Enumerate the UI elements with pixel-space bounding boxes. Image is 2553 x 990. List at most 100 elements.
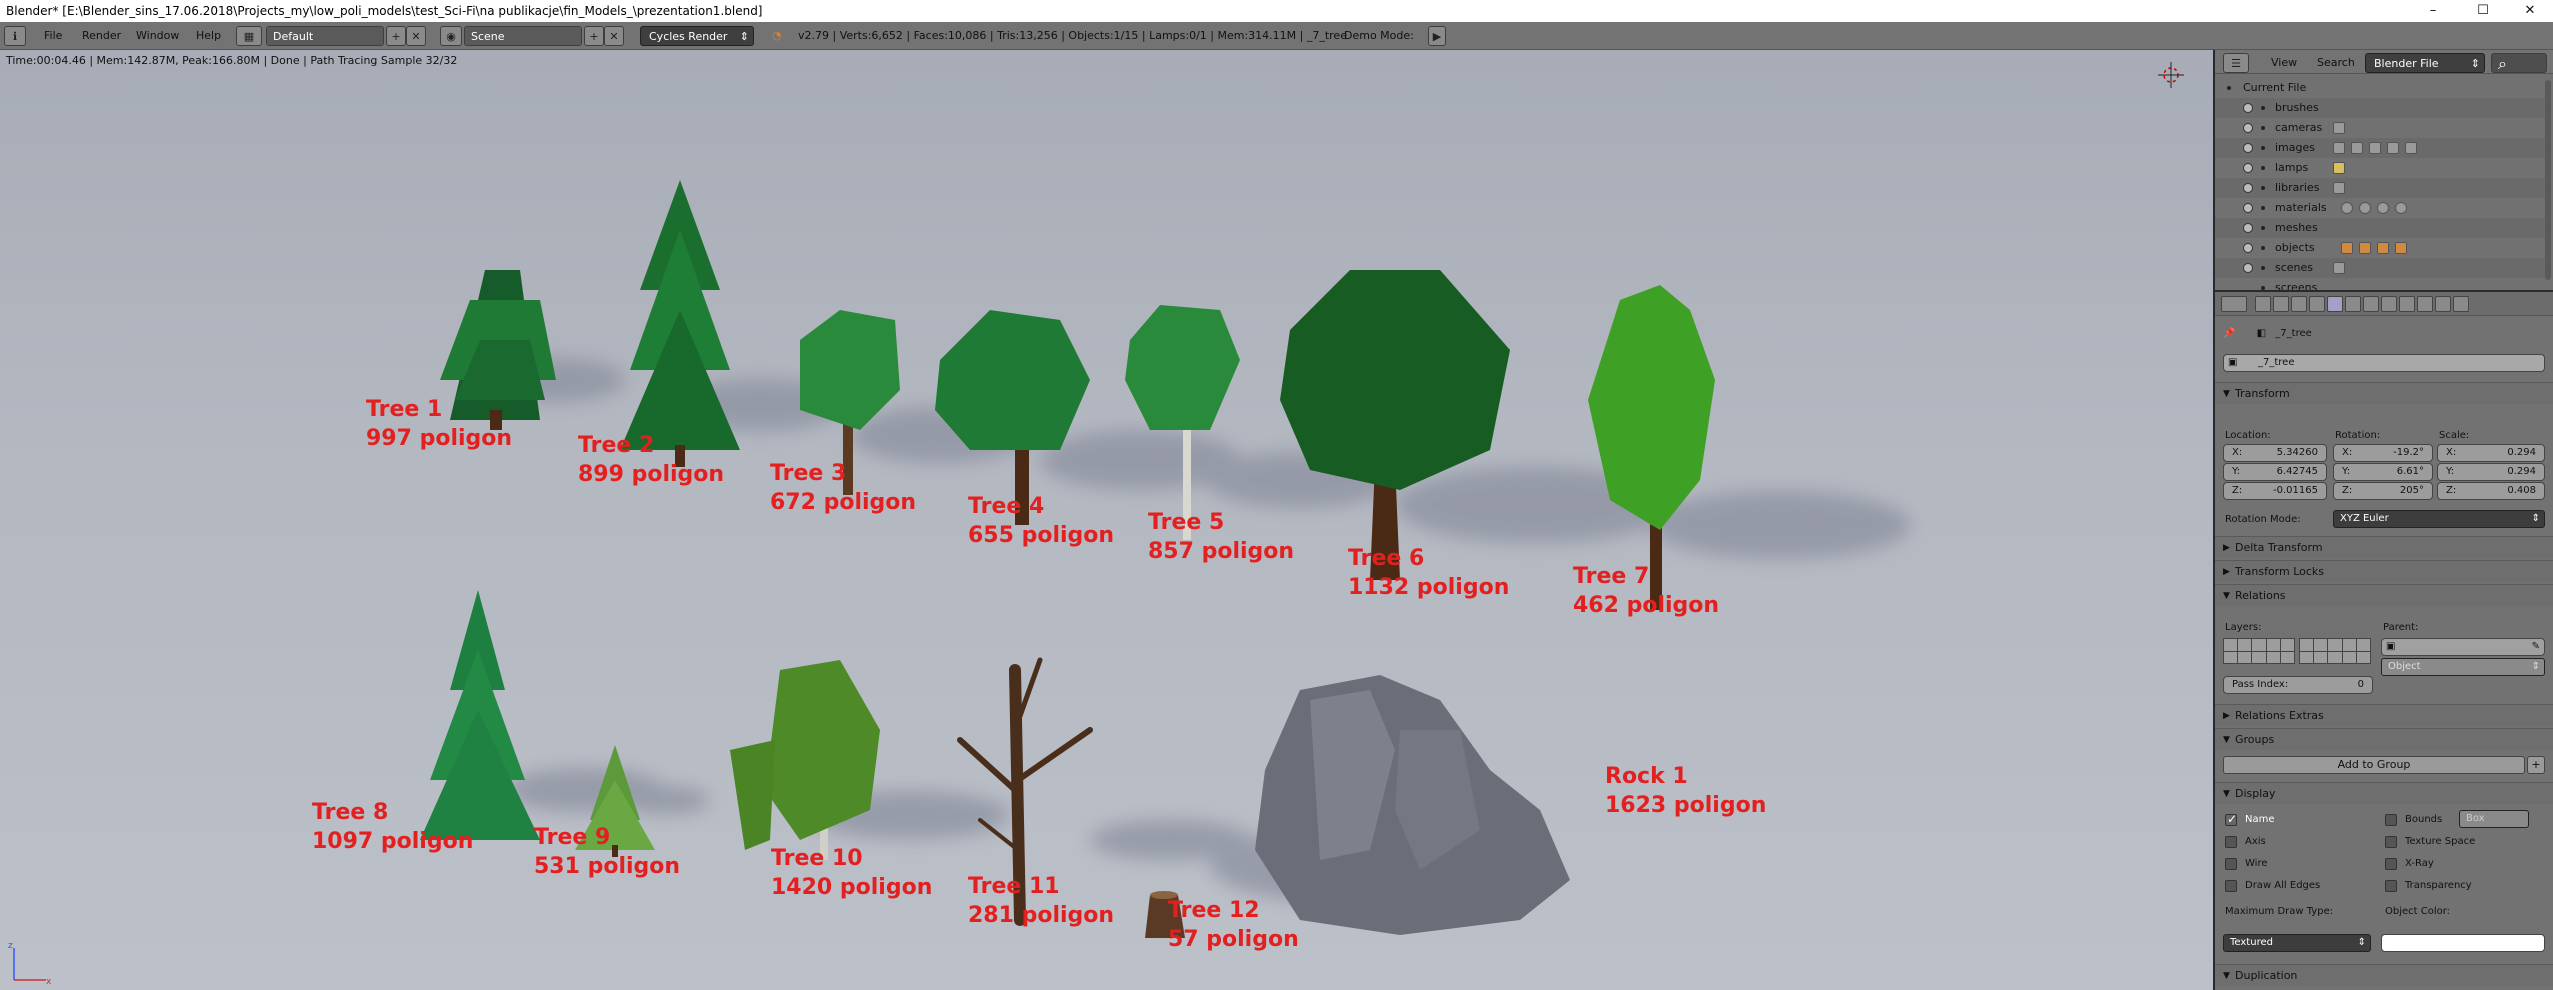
- layout-add-button[interactable]: +: [386, 26, 406, 46]
- section-transform[interactable]: ▼ Transform: [2215, 382, 2553, 404]
- layout-field[interactable]: Default: [266, 26, 384, 46]
- menu-window[interactable]: Window: [130, 26, 185, 46]
- outliner-item-objects[interactable]: objects: [2215, 238, 2545, 258]
- close-button[interactable]: ✕: [2507, 0, 2553, 22]
- add-group-plus-button[interactable]: +: [2527, 756, 2545, 774]
- modifiers-tab-icon[interactable]: [2363, 296, 2379, 312]
- pin-icon[interactable]: 📌: [2223, 328, 2235, 339]
- expand-icon[interactable]: [2243, 163, 2253, 173]
- menu-render[interactable]: Render: [76, 26, 127, 46]
- material-tab-icon[interactable]: [2399, 296, 2415, 312]
- location-x-field[interactable]: X: 5.34260: [2223, 444, 2327, 462]
- rock-1[interactable]: [1255, 675, 1570, 935]
- object-tab-icon[interactable]: [2327, 296, 2343, 312]
- minimize-button[interactable]: –: [2410, 0, 2456, 22]
- bounds-type-dropdown[interactable]: Box: [2459, 810, 2529, 828]
- expand-icon[interactable]: [2243, 263, 2253, 273]
- outliner-menu-view[interactable]: View: [2265, 53, 2303, 73]
- object-color-swatch[interactable]: [2381, 934, 2545, 952]
- section-transform-locks[interactable]: ▶ Transform Locks: [2215, 560, 2553, 582]
- outliner-editor-icon[interactable]: ☰: [2223, 53, 2249, 73]
- maximize-button[interactable]: ☐: [2460, 0, 2506, 22]
- section-display[interactable]: ▼ Display: [2215, 782, 2553, 804]
- render-tab-icon[interactable]: [2255, 296, 2271, 312]
- render-layers-tab-icon[interactable]: [2273, 296, 2289, 312]
- add-to-group-button[interactable]: Add to Group: [2223, 756, 2525, 774]
- properties-panel[interactable]: 📌 ◧ _7_tree ▣ _7_tree ▼ Transform Locatio…: [2213, 290, 2553, 990]
- outliner-item-cameras[interactable]: cameras: [2215, 118, 2545, 138]
- eyedropper-icon[interactable]: ✎: [2532, 639, 2540, 655]
- 3d-viewport[interactable]: Time:00:04.46 | Mem:142.87M, Peak:166.80…: [0, 50, 2213, 990]
- rotation-mode-dropdown[interactable]: XYZ Euler ⇕: [2333, 510, 2545, 528]
- rotation-x-field[interactable]: X: -19.2°: [2333, 444, 2433, 462]
- location-y-field[interactable]: Y: 6.42745: [2223, 463, 2327, 481]
- axis-checkbox[interactable]: [2225, 836, 2237, 848]
- scale-y-field[interactable]: Y: 0.294: [2437, 463, 2545, 481]
- scale-x-field[interactable]: X: 0.294: [2437, 444, 2545, 462]
- outliner-item-lamps[interactable]: lamps: [2215, 158, 2545, 178]
- section-relations-extras[interactable]: ▶ Relations Extras: [2215, 704, 2553, 726]
- editor-type-icon[interactable]: ℹ: [4, 26, 26, 46]
- properties-editor-icon[interactable]: [2221, 296, 2247, 312]
- rotation-y-field[interactable]: Y: 6.61°: [2333, 463, 2433, 481]
- wire-checkbox[interactable]: [2225, 858, 2237, 870]
- outliner-panel[interactable]: ☰ View Search Blender File ⇕ ⌕ Current F…: [2213, 50, 2553, 290]
- menu-help[interactable]: Help: [190, 26, 227, 46]
- world-tab-icon[interactable]: [2309, 296, 2325, 312]
- scene-remove-button[interactable]: ✕: [604, 26, 624, 46]
- scene-tab-icon[interactable]: [2291, 296, 2307, 312]
- object-name-field[interactable]: ▣ _7_tree: [2223, 354, 2545, 372]
- outliner-item-meshes[interactable]: meshes: [2215, 218, 2545, 238]
- 3d-cursor-icon[interactable]: [2158, 62, 2184, 88]
- texture-space-checkbox[interactable]: [2385, 836, 2397, 848]
- bounds-checkbox[interactable]: [2385, 814, 2397, 826]
- rotation-z-field[interactable]: Z: 205°: [2333, 482, 2433, 500]
- section-delta-transform[interactable]: ▶ Delta Transform: [2215, 536, 2553, 558]
- scene-add-button[interactable]: +: [584, 26, 604, 46]
- parent-field[interactable]: ▣ ✎: [2381, 638, 2545, 656]
- tree-2[interactable]: [620, 180, 740, 467]
- pass-index-field[interactable]: Pass Index: 0: [2223, 676, 2373, 694]
- data-tab-icon[interactable]: [2381, 296, 2397, 312]
- layout-remove-button[interactable]: ✕: [406, 26, 426, 46]
- expand-icon[interactable]: [2243, 223, 2253, 233]
- expand-icon[interactable]: [2243, 243, 2253, 253]
- physics-tab-icon[interactable]: [2453, 296, 2469, 312]
- constraints-tab-icon[interactable]: [2345, 296, 2361, 312]
- section-relations[interactable]: ▼ Relations: [2215, 584, 2553, 606]
- expand-icon[interactable]: [2243, 203, 2253, 213]
- scene-field[interactable]: Scene: [464, 26, 582, 46]
- outliner-item-images[interactable]: images: [2215, 138, 2545, 158]
- location-z-field[interactable]: Z: -0.01165: [2223, 482, 2327, 500]
- expand-icon[interactable]: [2243, 143, 2253, 153]
- name-checkbox[interactable]: [2225, 812, 2237, 826]
- outliner-scrollbar[interactable]: [2545, 80, 2551, 280]
- section-groups[interactable]: ▼ Groups: [2215, 728, 2553, 750]
- particles-tab-icon[interactable]: [2435, 296, 2451, 312]
- max-draw-type-dropdown[interactable]: Textured ⇕: [2223, 934, 2371, 952]
- layers-grid-b[interactable]: [2299, 638, 2371, 664]
- outliner-search-field[interactable]: ⌕: [2491, 53, 2547, 73]
- expand-icon[interactable]: [2243, 183, 2253, 193]
- expand-icon[interactable]: [2227, 86, 2231, 90]
- transparency-checkbox[interactable]: [2385, 880, 2397, 892]
- outliner-display-dropdown[interactable]: Blender File ⇕: [2365, 53, 2485, 73]
- draw-all-edges-checkbox[interactable]: [2225, 880, 2237, 892]
- outliner-menu-search[interactable]: Search: [2311, 53, 2361, 73]
- texture-tab-icon[interactable]: [2417, 296, 2433, 312]
- scale-z-field[interactable]: Z: 0.408: [2437, 482, 2545, 500]
- outliner-item-libraries[interactable]: libraries: [2215, 178, 2545, 198]
- outliner-item-scenes[interactable]: scenes: [2215, 258, 2545, 278]
- outliner-item-current-file[interactable]: Current File: [2215, 78, 2545, 98]
- menu-file[interactable]: File: [38, 26, 68, 46]
- xray-checkbox[interactable]: [2385, 858, 2397, 870]
- section-duplication[interactable]: ▼ Duplication: [2215, 964, 2553, 986]
- layout-grid-icon[interactable]: ▦: [236, 26, 262, 46]
- expand-icon[interactable]: [2243, 103, 2253, 113]
- render-engine-dropdown[interactable]: Cycles Render ⇕: [640, 26, 754, 46]
- outliner-item-screens[interactable]: screens: [2215, 278, 2545, 290]
- layers-grid-a[interactable]: [2223, 638, 2295, 664]
- tree-5[interactable]: [1125, 305, 1240, 540]
- outliner-item-brushes[interactable]: brushes: [2215, 98, 2545, 118]
- outliner-item-materials[interactable]: materials: [2215, 198, 2545, 218]
